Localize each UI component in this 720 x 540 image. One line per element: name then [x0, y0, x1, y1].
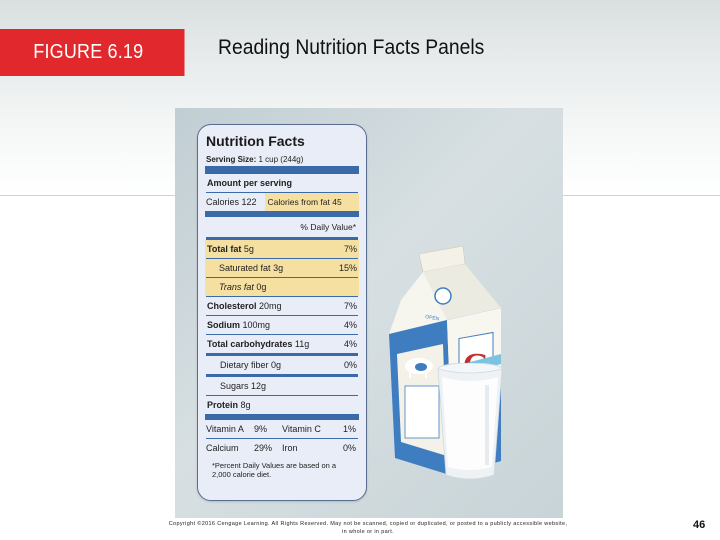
- nutrient-label: Cholesterol 20mg: [207, 297, 282, 315]
- nutrient-amount: 100mg: [242, 320, 271, 330]
- nutrient-label: Sodium 100mg: [207, 316, 270, 334]
- nutrient-amount: 12g: [251, 381, 267, 391]
- nutrient-row: Trans fat 0g: [205, 278, 359, 296]
- nutrient-amount: 0g: [256, 282, 267, 292]
- nutrient-amount: 20mg: [259, 301, 282, 311]
- nutrient-rows: Total fat 5g 7% Saturated fat 3g 15% Trans f…: [205, 240, 359, 414]
- nutrient-label: Protein 8g: [207, 396, 251, 414]
- nutrient-amount: 0g: [271, 360, 282, 370]
- vitamin-row: Calcium 29% Iron 0%: [206, 439, 358, 457]
- calories-from-fat: Calories from fat 45: [264, 193, 359, 211]
- nutrient-label: Sugars 12g: [220, 377, 266, 395]
- nutrient-amount: 8g: [240, 400, 251, 410]
- nutrient-row: Total carbohydrates 11g 4%: [206, 335, 358, 353]
- vitamin-daily-value: 0%: [342, 443, 356, 453]
- nutrient-daily-value: 7%: [343, 301, 357, 311]
- nutrient-name: Saturated fat: [219, 263, 271, 273]
- copyright-line-2: in whole or in part.: [342, 529, 394, 535]
- nutrient-daily-value: 0%: [343, 360, 357, 370]
- nutrient-row: Cholesterol 20mg 7%: [206, 297, 358, 315]
- nutrient-name: Cholesterol: [207, 301, 257, 311]
- nutrition-facts-panel: Nutrition Facts Serving Size: 1 cup (244…: [197, 124, 367, 501]
- carton-mini-label: [404, 385, 440, 439]
- nutrient-amount: 11g: [294, 339, 310, 349]
- serving-size-value: 1 cup (244g): [258, 155, 304, 164]
- nutrient-name-suffix: fat: [243, 282, 254, 292]
- divider-bar: [205, 166, 359, 174]
- milk-glass-image: [437, 363, 503, 480]
- page-number: 46: [693, 519, 706, 531]
- figure-label: FIGURE 6.19: [0, 29, 185, 76]
- nutrient-label: Trans fat 0g: [219, 278, 266, 296]
- nutrient-amount: 3g: [273, 263, 284, 273]
- nutrient-label: Total carbohydrates 11g: [207, 335, 309, 353]
- nutrient-name: Sodium: [207, 320, 240, 330]
- vitamin-name: Vitamin A: [206, 424, 244, 434]
- nutrient-daily-value: 4%: [343, 320, 357, 330]
- calories: Calories 122: [206, 197, 257, 207]
- carton-top-logo: [434, 287, 452, 305]
- nutrient-row: Total fat 5g 7%: [205, 240, 359, 258]
- nutrient-name: Total fat: [207, 244, 242, 254]
- vitamin-daily-value: 9%: [254, 424, 268, 434]
- nutrition-facts-title: Nutrition Facts: [206, 133, 305, 149]
- amount-per-serving-label: Amount per serving: [207, 178, 293, 188]
- nutrient-name: Dietary fiber: [220, 360, 269, 370]
- nutrient-label: Total fat 5g: [207, 240, 254, 258]
- nutrient-daily-value: 7%: [343, 244, 357, 254]
- nutrient-row: Sugars 12g: [206, 377, 358, 395]
- figure-title: Reading Nutrition Facts Panels: [218, 36, 485, 59]
- nutrient-name: Trans: [219, 282, 242, 292]
- nutrient-row: Saturated fat 3g 15%: [205, 259, 359, 277]
- vitamin-name: Calcium: [206, 443, 239, 453]
- nutrient-daily-value: 4%: [343, 339, 357, 349]
- nutrient-row: Protein 8g: [206, 396, 358, 414]
- figure-illustration: Nutrition Facts Serving Size: 1 cup (244…: [175, 108, 563, 518]
- serving-size: Serving Size: 1 cup (244g): [206, 153, 358, 166]
- nutrient-daily-value: 15%: [338, 263, 357, 273]
- nutrient-name: Total carbohydrates: [207, 339, 293, 349]
- daily-value-footnote: *Percent Daily Values are based on a 2,0…: [212, 461, 337, 479]
- nutrient-label: Dietary fiber 0g: [220, 356, 281, 374]
- vitamin-rows: Vitamin A 9% Vitamin C 1% Calcium 29% Iron 0%: [206, 420, 358, 457]
- serving-size-label: Serving Size:: [206, 155, 257, 164]
- vitamin-daily-value: 29%: [254, 443, 273, 453]
- nutrient-name: Sugars: [220, 381, 249, 391]
- nutrient-row: Sodium 100mg 4%: [206, 316, 358, 334]
- nutrient-amount: 5g: [243, 244, 254, 254]
- vitamin-daily-value: 1%: [342, 424, 356, 434]
- nutrient-row: Dietary fiber 0g 0%: [206, 356, 358, 374]
- daily-value-header: % Daily Value*: [300, 222, 356, 232]
- amount-per-serving: Amount per serving: [206, 174, 358, 192]
- milk-fill: [442, 377, 498, 470]
- nutrient-name: Protein: [207, 400, 239, 410]
- calories-row: Calories 122 Calories from fat 45: [206, 193, 359, 211]
- copyright-line-1: Copyright ©2016 Cengage Learning. All Ri…: [168, 521, 568, 527]
- nutrient-label: Saturated fat 3g: [219, 259, 283, 277]
- vitamin-name: Vitamin C: [282, 424, 321, 434]
- glass-highlight: [485, 385, 489, 465]
- vitamin-row: Vitamin A 9% Vitamin C 1%: [206, 420, 358, 438]
- copyright-notice: Copyright ©2016 Cengage Learning. All Ri…: [108, 520, 628, 536]
- vitamin-name: Iron: [282, 443, 298, 453]
